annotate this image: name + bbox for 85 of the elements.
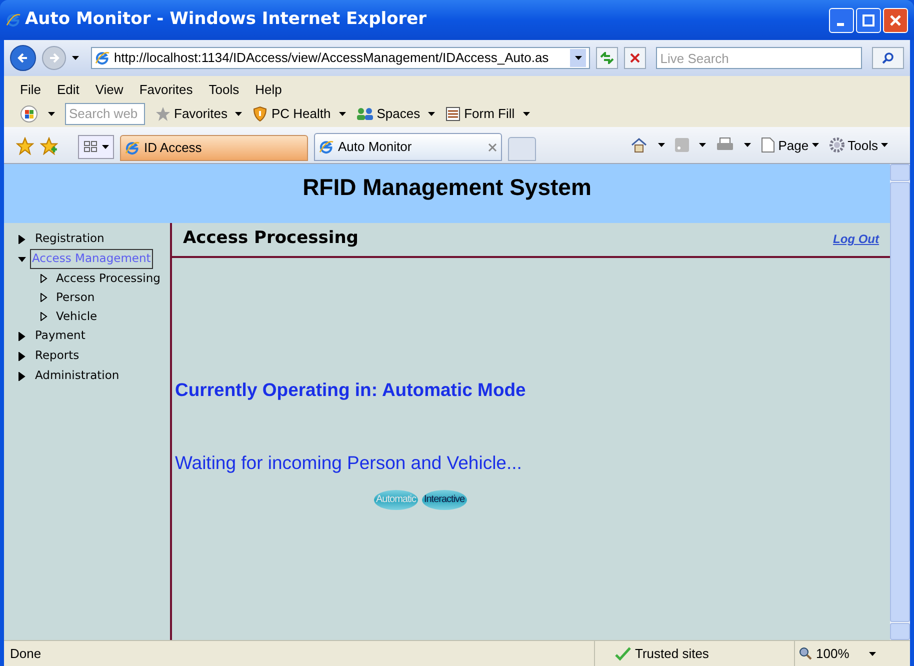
dropdown-caret-icon[interactable] [102, 145, 108, 149]
site-title: RFID Management System [302, 173, 592, 202]
dropdown-caret-icon[interactable] [574, 56, 582, 60]
stop-icon[interactable] [624, 47, 646, 69]
collapsed-caret-icon [40, 312, 48, 321]
close-tab-icon[interactable] [488, 142, 497, 152]
dropdown-caret-icon[interactable] [72, 56, 79, 60]
home-icon[interactable] [630, 137, 648, 154]
shield-icon [252, 106, 268, 122]
toolbar-button[interactable]: Favorites [155, 104, 228, 124]
check-icon [615, 646, 631, 660]
dropdown-caret-icon[interactable] [869, 652, 876, 656]
security-zone: Trusted sites [635, 644, 709, 663]
dropdown-caret-icon[interactable] [522, 112, 530, 116]
nav-link[interactable]: Administration [35, 367, 120, 385]
back-arrow-icon [16, 52, 29, 64]
status-text: Done [9, 644, 42, 663]
browser-logo-icon [94, 50, 110, 66]
toolbar-button[interactable]: Spaces [356, 104, 420, 124]
browser-logo-icon [6, 12, 21, 28]
menu-item[interactable]: Edit [56, 80, 80, 100]
nav-link[interactable]: Person [56, 288, 95, 306]
quick-tabs-button[interactable] [78, 135, 114, 159]
search-icon[interactable] [872, 47, 904, 69]
menu-item[interactable]: File [20, 80, 41, 100]
expanded-caret-icon [18, 254, 26, 264]
collapsed-caret-icon [18, 352, 26, 360]
menu-item[interactable]: Help [255, 80, 282, 100]
dropdown-caret-icon[interactable] [881, 143, 888, 148]
nav-link[interactable]: Vehicle [56, 308, 98, 326]
minimize-icon[interactable] [829, 8, 854, 32]
windows-logo-icon[interactable] [20, 104, 38, 122]
collapsed-caret-icon [40, 274, 48, 283]
add-favorite-icon[interactable] [40, 137, 58, 155]
browser-logo-icon [125, 140, 140, 156]
back-button[interactable] [10, 45, 36, 71]
browser-tab[interactable]: ID Access [120, 135, 308, 161]
maximize-icon[interactable] [856, 8, 881, 32]
browser-logo-icon [319, 140, 334, 154]
dropdown-caret-icon[interactable] [48, 112, 55, 116]
zoom-icon [799, 647, 812, 660]
form-icon [445, 106, 462, 122]
command-button[interactable]: Tools [828, 136, 878, 155]
page-icon [761, 137, 776, 154]
menu-item[interactable]: View [95, 80, 124, 100]
gear-icon [828, 137, 845, 154]
dropdown-caret-icon[interactable] [744, 143, 752, 148]
mode-text: Currently Operating in: Automatic Mode [175, 378, 527, 402]
dropdown-caret-icon[interactable] [658, 143, 666, 148]
address-field[interactable]: http://localhost:1134/IDAccess/view/AccessManagement/IDAccess_Auto.as [90, 47, 590, 69]
toolbar-button[interactable]: PC Health [252, 104, 331, 124]
close-icon[interactable] [883, 8, 908, 32]
collapsed-caret-icon [18, 332, 26, 340]
menu-item[interactable]: Favorites [139, 80, 193, 100]
logout-link[interactable]: Log Out [833, 230, 879, 248]
status-message: Waiting for incoming Person and Vehicle... [175, 450, 523, 475]
window-title: Auto Monitor - Windows Internet Explorer [25, 8, 427, 32]
command-button[interactable]: Page [761, 136, 809, 155]
search-field[interactable]: Live Search [656, 47, 862, 69]
nav-link[interactable]: Registration [35, 230, 104, 248]
favorites-star-icon[interactable] [16, 137, 34, 155]
star-icon [155, 106, 171, 122]
collapsed-caret-icon [40, 293, 48, 302]
dropdown-caret-icon[interactable] [812, 143, 819, 148]
nav-link[interactable]: Access Processing [56, 270, 160, 288]
people-icon [356, 106, 374, 122]
menu-item[interactable]: Tools [208, 80, 240, 100]
web-search-field[interactable]: Search web [65, 102, 145, 124]
forward-arrow-icon [48, 52, 60, 64]
dropdown-caret-icon[interactable] [235, 112, 242, 116]
grid-icon [84, 141, 98, 153]
dropdown-caret-icon[interactable] [428, 112, 436, 116]
browser-tab[interactable]: Auto Monitor [314, 133, 502, 161]
dropdown-caret-icon[interactable] [338, 112, 346, 116]
vertical-scrollbar[interactable] [890, 164, 910, 640]
toolbar-button[interactable]: Form Fill [445, 104, 515, 124]
zoom-level[interactable]: 100% [816, 644, 850, 664]
collapsed-caret-icon [18, 372, 26, 380]
nav-link[interactable]: Reports [35, 347, 80, 365]
dropdown-caret-icon[interactable] [699, 143, 706, 148]
nav-link[interactable]: Payment [35, 327, 86, 345]
collapsed-caret-icon [18, 234, 26, 244]
page-heading: Access Processing [183, 227, 358, 250]
mode-button[interactable]: Interactive [422, 490, 467, 510]
refresh-icon[interactable] [596, 47, 618, 69]
